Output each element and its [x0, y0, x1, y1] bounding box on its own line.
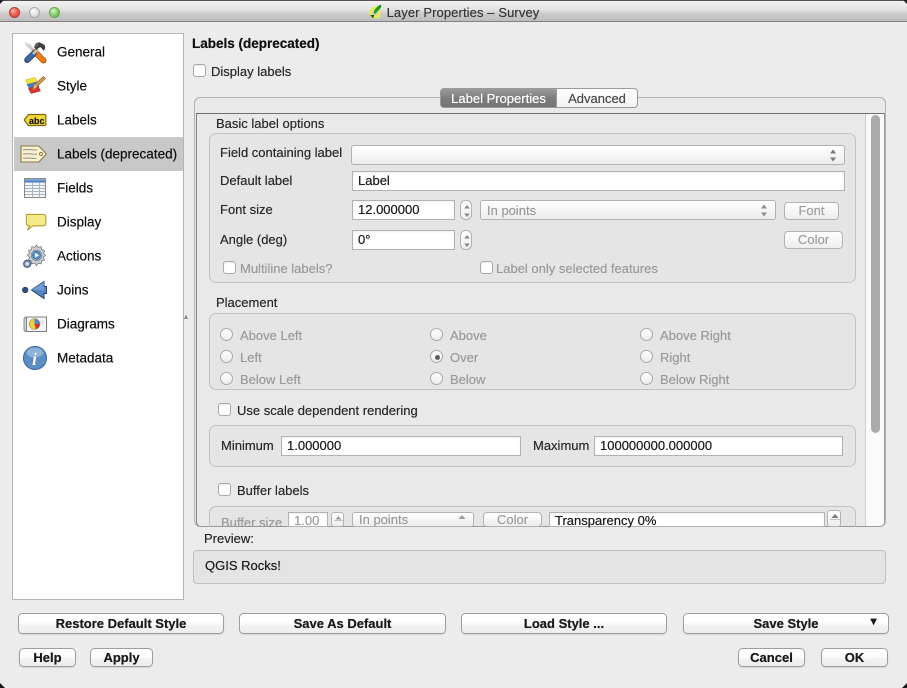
svg-text:i: i: [32, 349, 37, 369]
svg-text:abc: abc: [29, 116, 45, 126]
